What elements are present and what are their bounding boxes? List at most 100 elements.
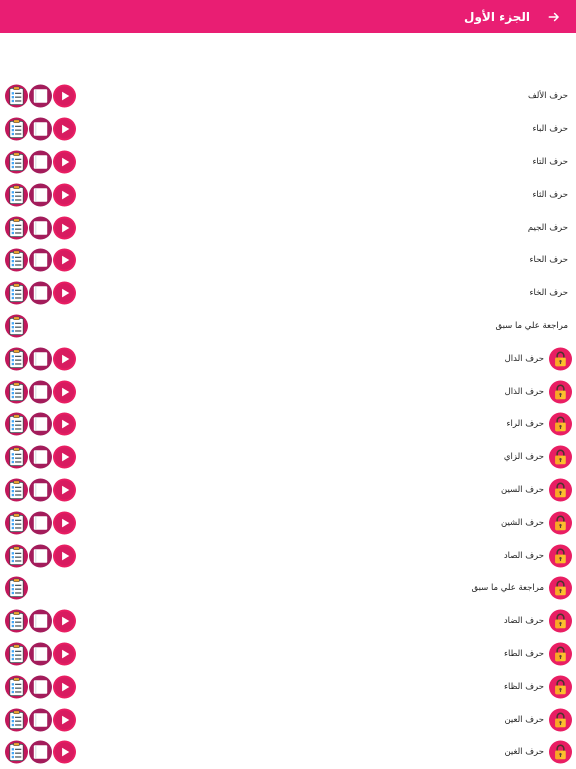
lesson-row[interactable]: حرف الضاد [0, 605, 576, 638]
lesson-book-button[interactable] [29, 412, 52, 436]
lesson-actions [5, 117, 76, 141]
quiz-button[interactable] [5, 347, 28, 371]
lesson-book-button[interactable] [29, 544, 52, 568]
quiz-button[interactable] [5, 314, 28, 338]
lesson-actions [5, 642, 76, 666]
lesson-book-button[interactable] [29, 150, 52, 174]
play-video-button[interactable] [53, 740, 76, 764]
lesson-row[interactable]: حرف الخاء [0, 277, 576, 310]
lesson-actions [5, 380, 76, 404]
lesson-row[interactable]: حرف التاء [0, 146, 576, 179]
play-video-button[interactable] [53, 511, 76, 535]
quiz-clipboard-icon [5, 609, 28, 633]
play-video-button[interactable] [53, 248, 76, 272]
back-button[interactable] [544, 7, 564, 27]
book-icon [29, 544, 52, 568]
play-video-button[interactable] [53, 117, 76, 141]
lesson-book-button[interactable] [29, 445, 52, 469]
lesson-row[interactable]: حرف الطاء [0, 638, 576, 671]
quiz-button[interactable] [5, 183, 28, 207]
play-video-button[interactable] [53, 412, 76, 436]
play-video-button[interactable] [53, 478, 76, 502]
lesson-book-button[interactable] [29, 675, 52, 699]
quiz-button[interactable] [5, 675, 28, 699]
quiz-clipboard-icon [5, 642, 28, 666]
quiz-button[interactable] [5, 412, 28, 436]
lesson-book-button[interactable] [29, 281, 52, 305]
lesson-row[interactable]: حرف الثاء [0, 178, 576, 211]
lesson-row[interactable]: حرف الباء [0, 113, 576, 146]
lesson-row[interactable]: حرف الشين [0, 506, 576, 539]
lesson-row[interactable]: حرف الحاء [0, 244, 576, 277]
quiz-button[interactable] [5, 281, 28, 305]
quiz-button[interactable] [5, 84, 28, 108]
quiz-button[interactable] [5, 544, 28, 568]
play-icon [53, 544, 76, 568]
lesson-row[interactable]: حرف الذال [0, 375, 576, 408]
play-video-button[interactable] [53, 84, 76, 108]
play-video-button[interactable] [53, 281, 76, 305]
lesson-row[interactable]: حرف السين [0, 474, 576, 507]
play-video-button[interactable] [53, 642, 76, 666]
play-video-button[interactable] [53, 609, 76, 633]
lock-icon [549, 380, 572, 404]
lesson-book-button[interactable] [29, 84, 52, 108]
lesson-book-button[interactable] [29, 183, 52, 207]
book-icon [29, 740, 52, 764]
quiz-button[interactable] [5, 740, 28, 764]
play-video-button[interactable] [53, 544, 76, 568]
play-video-button[interactable] [53, 380, 76, 404]
lesson-row[interactable]: حرف الغين [0, 736, 576, 769]
lesson-book-button[interactable] [29, 380, 52, 404]
lesson-book-button[interactable] [29, 347, 52, 371]
lesson-row[interactable]: حرف الظاء [0, 670, 576, 703]
lesson-row[interactable]: حرف الزاي [0, 441, 576, 474]
quiz-button[interactable] [5, 150, 28, 174]
lesson-actions [5, 478, 76, 502]
lesson-row[interactable]: حرف الدال [0, 342, 576, 375]
quiz-button[interactable] [5, 642, 28, 666]
lesson-book-button[interactable] [29, 478, 52, 502]
play-icon [53, 740, 76, 764]
lesson-book-button[interactable] [29, 708, 52, 732]
quiz-button[interactable] [5, 478, 28, 502]
quiz-button[interactable] [5, 117, 28, 141]
play-video-button[interactable] [53, 183, 76, 207]
lesson-book-button[interactable] [29, 248, 52, 272]
quiz-clipboard-icon [5, 675, 28, 699]
lesson-actions [5, 183, 76, 207]
play-video-button[interactable] [53, 216, 76, 240]
lesson-book-button[interactable] [29, 609, 52, 633]
lesson-row[interactable]: حرف الراء [0, 408, 576, 441]
lesson-book-button[interactable] [29, 117, 52, 141]
quiz-button[interactable] [5, 380, 28, 404]
quiz-button[interactable] [5, 248, 28, 272]
lesson-book-button[interactable] [29, 511, 52, 535]
play-video-button[interactable] [53, 150, 76, 174]
lesson-book-button[interactable] [29, 642, 52, 666]
lesson-row[interactable]: حرف الصاد [0, 539, 576, 572]
play-video-button[interactable] [53, 445, 76, 469]
lesson-row[interactable]: حرف العين [0, 703, 576, 736]
quiz-clipboard-icon [5, 216, 28, 240]
lesson-row[interactable]: حرف الألف [0, 80, 576, 113]
lesson-row[interactable]: حرف الجيم [0, 211, 576, 244]
arrow-right-icon [548, 12, 559, 21]
lesson-label: حرف الثاء [532, 189, 568, 200]
quiz-button[interactable] [5, 708, 28, 732]
book-icon [29, 412, 52, 436]
lesson-book-button[interactable] [29, 216, 52, 240]
quiz-button[interactable] [5, 609, 28, 633]
lesson-label: مراجعة علي ما سبق [495, 320, 568, 331]
lesson-row[interactable]: مراجعة علي ما سبق [0, 572, 576, 605]
quiz-button[interactable] [5, 445, 28, 469]
quiz-button[interactable] [5, 216, 28, 240]
lesson-row[interactable]: مراجعة علي ما سبق [0, 310, 576, 343]
quiz-button[interactable] [5, 511, 28, 535]
play-video-button[interactable] [53, 708, 76, 732]
play-video-button[interactable] [53, 347, 76, 371]
lesson-book-button[interactable] [29, 740, 52, 764]
quiz-button[interactable] [5, 576, 28, 600]
play-video-button[interactable] [53, 675, 76, 699]
lesson-actions [5, 412, 76, 436]
